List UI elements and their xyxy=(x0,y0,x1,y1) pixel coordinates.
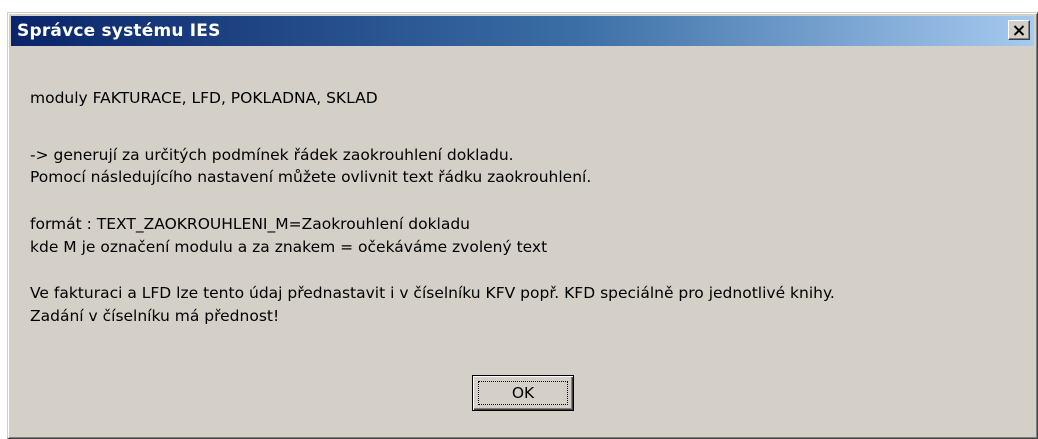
message-line: Pomocí následujícího nastavení můžete ov… xyxy=(30,168,592,186)
focus-rectangle: OK xyxy=(478,381,568,405)
message-line: Zadání v číselníku má přednost! xyxy=(30,307,280,325)
title-bar[interactable]: Správce systému IES xyxy=(11,16,1034,46)
window-title: Správce systému IES xyxy=(17,21,221,41)
background-text-fragment xyxy=(0,0,260,12)
message-dialog: Správce systému IES moduly FAKTURACE, LF… xyxy=(7,12,1038,439)
ok-button-label: OK xyxy=(511,384,535,402)
message-line: formát : TEXT_ZAOKROUHLENI_M=Zaokrouhlen… xyxy=(30,215,471,233)
close-icon xyxy=(1013,24,1025,36)
close-button[interactable] xyxy=(1008,20,1030,40)
message-line: moduly FAKTURACE, LFD, POKLADNA, SKLAD xyxy=(30,89,378,107)
ok-button[interactable]: OK xyxy=(472,375,574,411)
message-line: Ve fakturaci a LFD lze tento údaj předna… xyxy=(30,284,835,302)
message-line: kde M je označení modulu a za znakem = o… xyxy=(30,238,548,256)
message-line: -> generují za určitých podmínek řádek z… xyxy=(30,146,514,164)
